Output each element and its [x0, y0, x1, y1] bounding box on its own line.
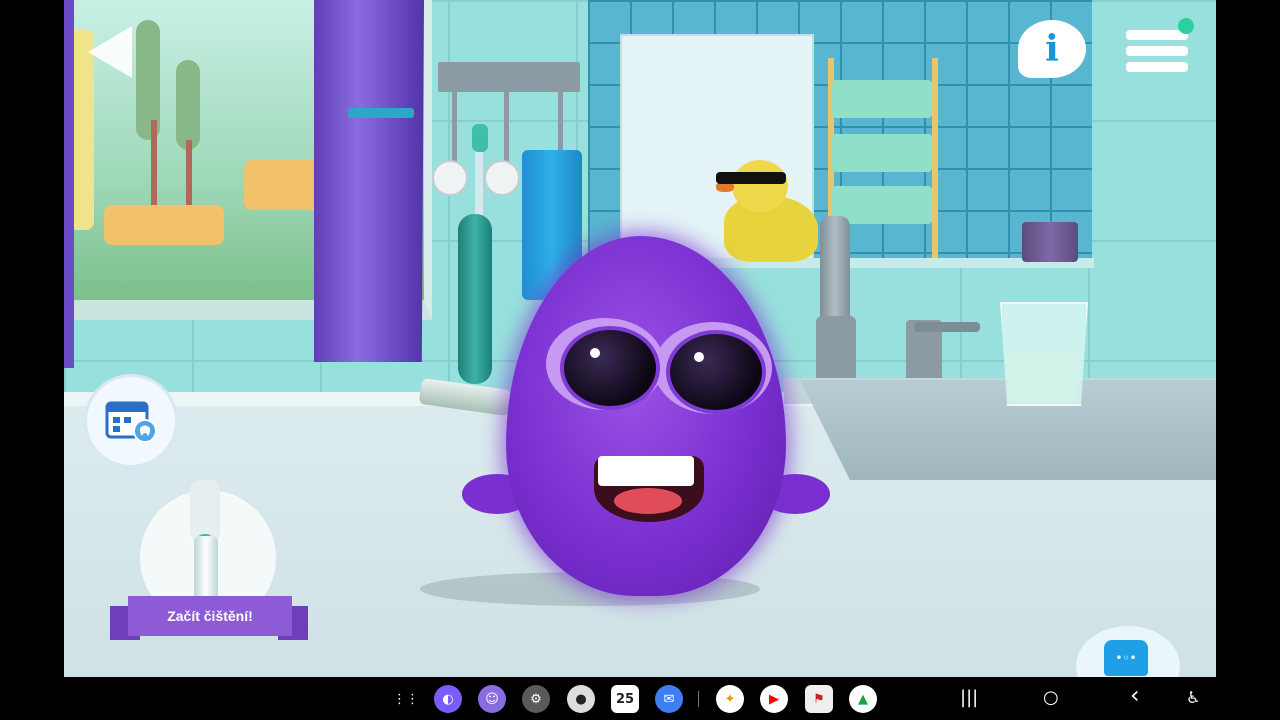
tap-handle: [914, 322, 980, 332]
racing-app-icon[interactable]: ⚑: [805, 685, 833, 713]
monster-eye: [666, 330, 766, 414]
messages-icon[interactable]: ✉: [655, 685, 683, 713]
calendar-tooth-icon: [105, 401, 157, 443]
device-icon: •◦•: [1104, 640, 1148, 676]
toothbrush-icon: [190, 480, 220, 542]
settings-icon[interactable]: ⚙: [522, 685, 550, 713]
hill: [104, 205, 224, 245]
tree-trunk: [186, 140, 192, 210]
internet-icon[interactable]: ◐: [434, 685, 462, 713]
photos-icon[interactable]: ✦: [716, 685, 744, 713]
tree: [176, 60, 200, 150]
towel-ladder: [932, 58, 938, 258]
back-nav-button[interactable]: ‹: [1130, 683, 1140, 707]
hook-knob: [484, 160, 520, 196]
eye-glint: [590, 348, 600, 358]
calendar-icon[interactable]: 25: [611, 685, 639, 713]
app-drawer-icon[interactable]: ⋮⋮: [392, 685, 420, 713]
accessibility-button[interactable]: ♿: [1186, 686, 1200, 710]
calendar-badge-button[interactable]: [84, 374, 178, 468]
hill: [244, 160, 324, 210]
monster-body: [506, 236, 786, 596]
menu-icon-bar: [1126, 62, 1188, 72]
monster-eye: [560, 326, 660, 410]
eye-glint: [694, 352, 704, 362]
duck-sunglasses: [716, 172, 786, 184]
drive-icon[interactable]: ▲: [849, 685, 877, 713]
monster-teeth: [598, 456, 694, 486]
curtain: [314, 0, 424, 362]
curtain-edge: [64, 0, 74, 368]
curtain-tie: [348, 108, 414, 118]
faucet-base: [816, 316, 856, 386]
camera-icon[interactable]: ●: [567, 685, 595, 713]
toothbrush-head: [472, 124, 488, 152]
recents-button[interactable]: |||: [960, 686, 978, 710]
youtube-icon[interactable]: ▶: [760, 685, 788, 713]
towel: [832, 80, 932, 118]
kids-app-icon[interactable]: ☺: [478, 685, 506, 713]
info-button[interactable]: i: [1018, 20, 1086, 78]
purple-monster[interactable]: [462, 226, 830, 600]
start-brushing-label: Začít čištění!: [128, 596, 292, 636]
glass-cup: [1000, 302, 1088, 406]
monster-tongue: [614, 488, 682, 514]
hook-knob: [432, 160, 468, 196]
menu-icon-bar: [1126, 46, 1188, 56]
tree-trunk: [151, 120, 157, 210]
start-brushing-ribbon[interactable]: Začít čištění!: [110, 596, 308, 640]
duck-head: [732, 160, 788, 212]
jar: [1022, 222, 1078, 262]
menu-button[interactable]: [1126, 18, 1194, 76]
info-icon: i: [1045, 28, 1059, 70]
towel: [832, 134, 932, 172]
game-screen: i Začít čištění! •◦•: [64, 0, 1216, 677]
android-taskbar: ⋮⋮ ◐ ☺ ⚙ ● 25 ✉ ✦ ▶ ⚑ ▲ ||| ○ ‹ ♿: [0, 677, 1280, 720]
back-button[interactable]: [88, 26, 132, 78]
menu-icon: [1126, 30, 1188, 40]
taskbar-divider: [698, 691, 699, 707]
notification-dot: [1178, 18, 1194, 34]
home-button[interactable]: ○: [1043, 686, 1059, 710]
